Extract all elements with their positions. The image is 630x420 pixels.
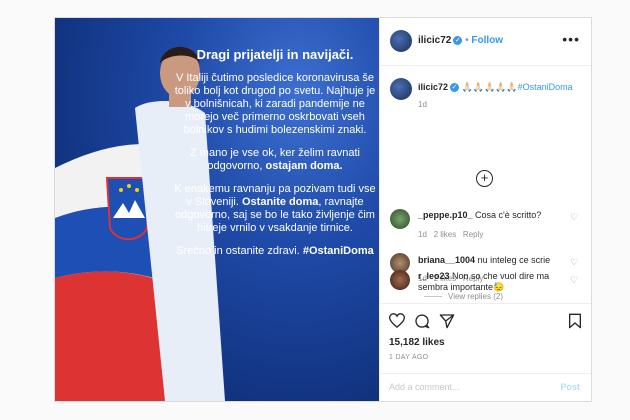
- save-bookmark-icon[interactable]: [568, 313, 582, 329]
- like-comment-heart-icon[interactable]: ♡: [570, 212, 578, 223]
- likes-count[interactable]: 15,182 likes: [389, 337, 445, 348]
- add-comment-input[interactable]: Add a comment...: [389, 382, 460, 392]
- comment-icon[interactable]: [414, 313, 430, 329]
- like-heart-icon[interactable]: [389, 313, 405, 328]
- add-comment-bar: Add a comment... Post: [380, 373, 591, 401]
- share-icon[interactable]: [439, 313, 455, 329]
- post-header: ilicic72 ✓ • Follow •••: [380, 18, 591, 66]
- instagram-post-card: Dragi prijatelji in navijači. V Italiji …: [54, 17, 592, 402]
- comment-meta[interactable]: 1d 2 likes Reply: [418, 230, 483, 239]
- comment-username[interactable]: briana__1004: [418, 255, 475, 265]
- post-actions: 15,182 likes 1 DAY AGO: [380, 303, 591, 374]
- like-comment-heart-icon[interactable]: ♡: [570, 275, 578, 286]
- avatar[interactable]: [390, 209, 410, 229]
- caption-time: 1d: [418, 100, 427, 109]
- post-time-ago: 1 DAY AGO: [389, 354, 429, 361]
- caption-text: ilicic72 ✓ 🙏🏻🙏🏻🙏🏻🙏🏻🙏🏻#OstaniDoma: [418, 82, 573, 93]
- comment-text: briana__1004 nu inteleg ce scrie: [418, 255, 551, 265]
- follow-button[interactable]: Follow: [471, 35, 503, 46]
- photo-message: Dragi prijatelji in navijači. V Italiji …: [173, 48, 377, 268]
- message-paragraph-1: V Italiji čutimo posledice koronavirusa …: [174, 72, 376, 136]
- message-paragraph-2: Z mano je vse ok, ker želim ravnati odgo…: [190, 147, 360, 172]
- comment-username[interactable]: _peppe.p10_: [418, 210, 473, 220]
- author-username[interactable]: ilicic72: [418, 35, 451, 46]
- message-paragraph-4: Srečno in ostanite zdravi. #OstaniDoma: [176, 245, 374, 257]
- post-sidebar: ilicic72 ✓ • Follow ••• ilicic72 ✓ 🙏🏻🙏🏻🙏🏻🙏…: [379, 18, 591, 401]
- avatar[interactable]: [390, 30, 412, 52]
- load-more-comments-icon[interactable]: +: [476, 170, 493, 187]
- post-photo[interactable]: Dragi prijatelji in navijači. V Italiji …: [55, 18, 379, 401]
- comment-username[interactable]: r_leo23: [418, 271, 450, 281]
- verified-badge-icon: ✓: [453, 35, 463, 45]
- view-replies-link[interactable]: View replies (2): [448, 292, 503, 301]
- message-heading: Dragi prijatelji in navijači.: [196, 47, 354, 62]
- avatar[interactable]: [390, 270, 410, 290]
- comment-text: _peppe.p10_ Cosa c'è scritto?: [418, 210, 542, 220]
- verified-badge-icon: ✓: [450, 83, 460, 93]
- like-comment-heart-icon[interactable]: ♡: [570, 257, 578, 268]
- more-options-icon[interactable]: •••: [562, 31, 580, 47]
- message-paragraph-3: K enakemu ravnanju pa pozivam tudi vse v…: [174, 183, 376, 234]
- comments-list[interactable]: ilicic72 ✓ 🙏🏻🙏🏻🙏🏻🙏🏻🙏🏻#OstaniDoma 1d + _pe…: [380, 66, 591, 301]
- post-comment-button[interactable]: Post: [560, 382, 580, 392]
- avatar[interactable]: [390, 78, 412, 100]
- comment-text: r_leo23 Non so che vuol dire ma sembra i…: [418, 271, 550, 292]
- replies-line: [424, 296, 442, 297]
- caption-username[interactable]: ilicic72: [418, 82, 448, 92]
